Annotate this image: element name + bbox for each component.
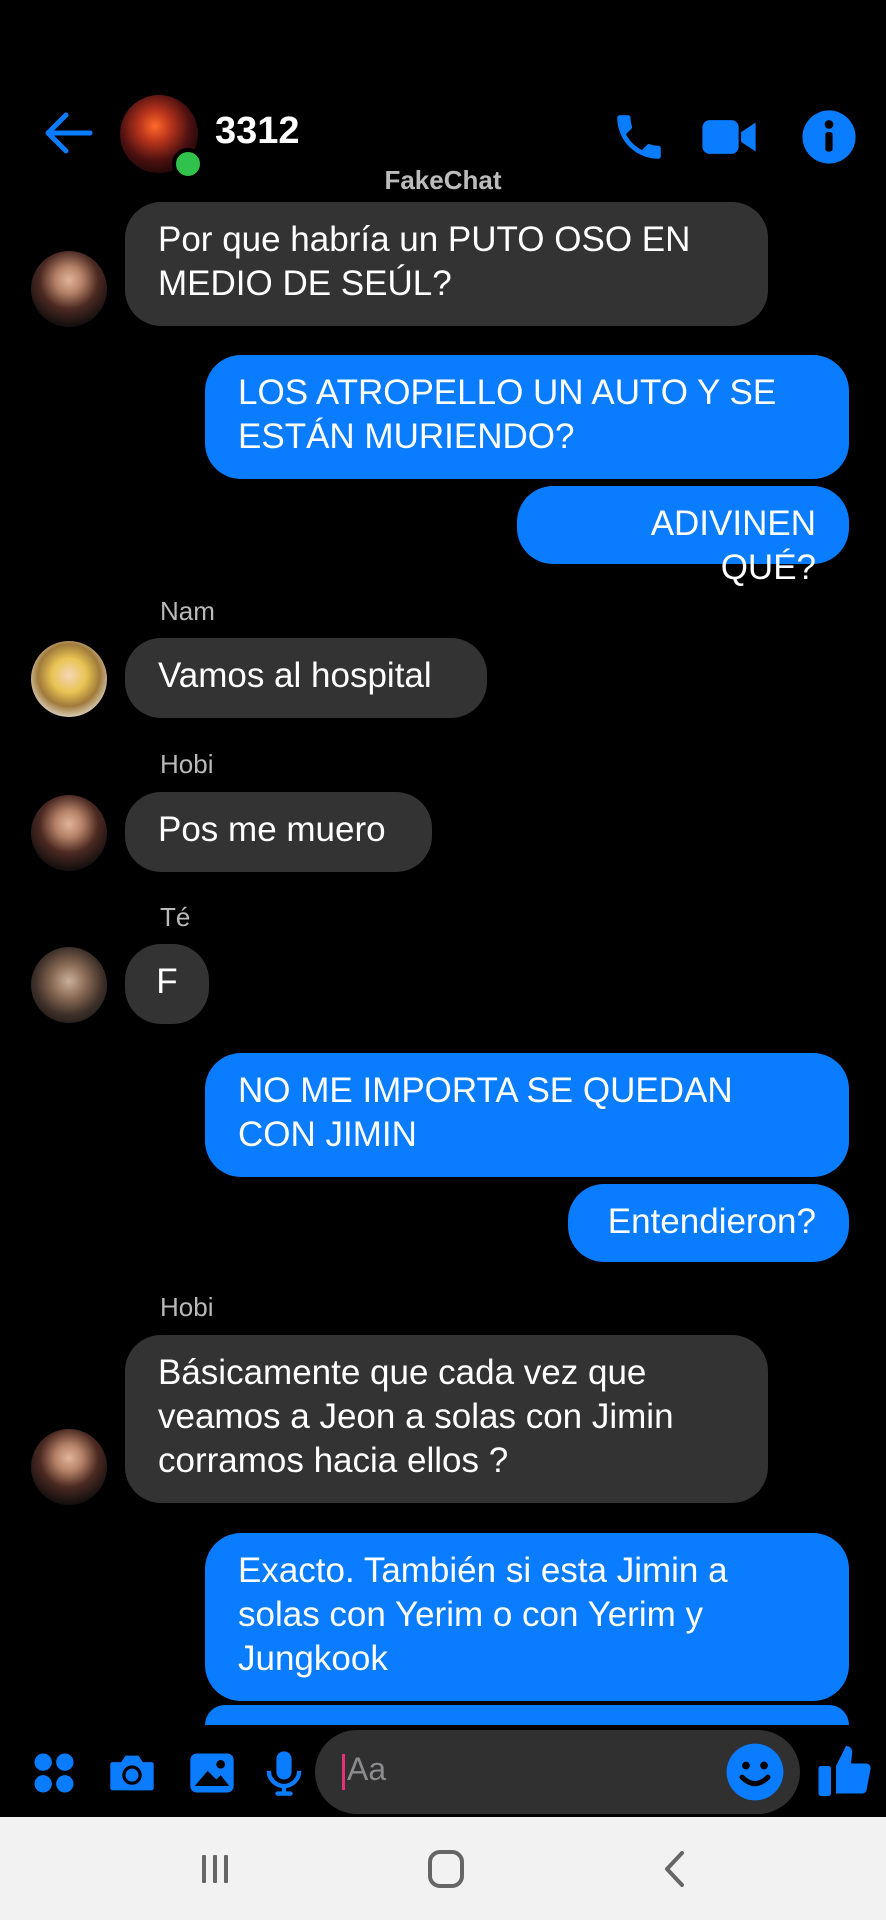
sender-name: Hobi <box>160 749 214 779</box>
text-caret <box>342 1754 345 1790</box>
message-input[interactable]: Aa <box>315 1730 800 1814</box>
chat-title[interactable]: 3312 <box>215 110 300 153</box>
sender-name: Nam <box>160 596 215 626</box>
sender-avatar[interactable] <box>31 641 107 717</box>
system-navigation-bar <box>0 1817 886 1920</box>
outgoing-message[interactable]: Entendieron? <box>568 1184 849 1262</box>
sender-name: Hobi <box>160 1292 214 1322</box>
outgoing-message[interactable]: ADIVINEN QUÉ? <box>517 486 849 587</box>
chat-header: 3312 FakeChat <box>0 0 886 195</box>
watermark: FakeChat <box>384 165 502 195</box>
incoming-message[interactable]: F <box>125 944 209 1024</box>
microphone-icon[interactable] <box>258 1747 310 1799</box>
emoji-icon[interactable] <box>724 1741 786 1803</box>
home-icon[interactable] <box>421 1847 471 1891</box>
back-icon[interactable] <box>652 1847 702 1891</box>
phone-icon[interactable] <box>610 108 668 166</box>
camera-icon[interactable] <box>106 1747 158 1799</box>
sender-avatar[interactable] <box>31 795 107 871</box>
incoming-message[interactable]: Básicamente que cada vez que veamos a Je… <box>125 1335 768 1503</box>
outgoing-message[interactable]: LOS ATROPELLO UN AUTO Y SE ESTÁN MURIEND… <box>205 355 849 479</box>
sender-avatar[interactable] <box>31 947 107 1023</box>
composer-bar: Aa <box>0 1725 886 1817</box>
thumbs-up-icon[interactable] <box>816 1741 876 1801</box>
sender-name: Té <box>160 902 191 932</box>
back-arrow-icon[interactable] <box>40 105 96 161</box>
info-icon[interactable] <box>800 108 858 166</box>
image-icon[interactable] <box>186 1747 238 1799</box>
incoming-message[interactable]: Por que habría un PUTO OSO EN MEDIO DE S… <box>125 202 768 326</box>
apps-icon[interactable] <box>28 1747 80 1799</box>
incoming-message[interactable]: Vamos al hospital <box>125 638 487 718</box>
outgoing-message[interactable]: Exacto. También si esta Jimin a solas co… <box>205 1533 849 1701</box>
outgoing-message[interactable]: NO ME IMPORTA SE QUEDAN CON JIMIN <box>205 1053 849 1177</box>
recent-apps-icon[interactable] <box>190 1847 240 1891</box>
video-camera-icon[interactable] <box>700 108 758 166</box>
incoming-message[interactable]: Pos me muero <box>125 792 432 872</box>
sender-avatar[interactable] <box>31 251 107 327</box>
message-input-placeholder: Aa <box>347 1751 387 1787</box>
outgoing-message-partial[interactable] <box>205 1705 849 1725</box>
sender-avatar[interactable] <box>31 1429 107 1505</box>
